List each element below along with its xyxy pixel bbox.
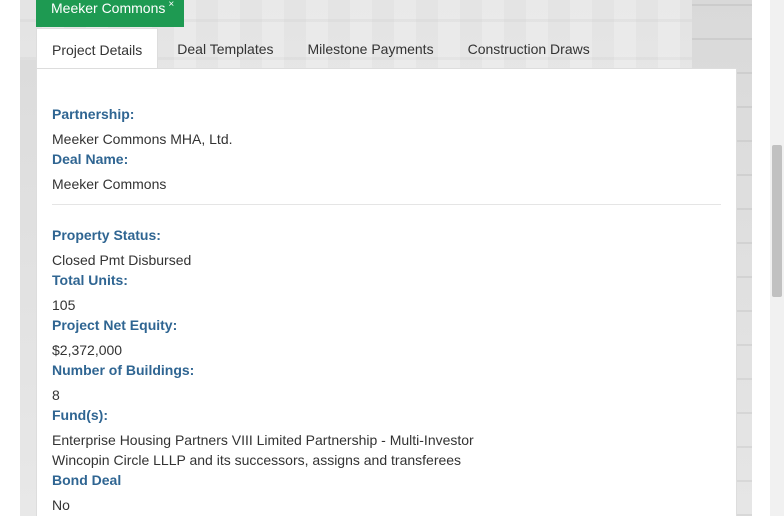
- page-scrollbar[interactable]: [770, 0, 784, 516]
- bond-deal-label: Bond Deal: [52, 472, 122, 488]
- deal-name-value: Meeker Commons: [52, 176, 167, 192]
- project-details-panel: Partnership: Meeker Commons MHA, Ltd. De…: [36, 68, 737, 516]
- partnership-value: Meeker Commons MHA, Ltd.: [52, 131, 233, 147]
- deal-name-label: Deal Name:: [52, 151, 129, 167]
- deal-tab[interactable]: Meeker Commons ×: [36, 0, 184, 27]
- scrollbar-thumb[interactable]: [772, 145, 782, 297]
- net-equity-value: $2,372,000: [52, 342, 123, 358]
- tab-milestone-payments[interactable]: Milestone Payments: [293, 28, 449, 69]
- funds-label: Fund(s):: [52, 407, 108, 423]
- bond-deal-value: No: [52, 497, 70, 513]
- tab-deal-templates[interactable]: Deal Templates: [162, 28, 288, 69]
- net-equity-label: Project Net Equity:: [52, 317, 178, 333]
- funds-value-2: Wincopin Circle LLLP and its successors,…: [52, 452, 462, 468]
- buildings-value: 8: [52, 387, 60, 403]
- funds-value-1: Enterprise Housing Partners VIII Limited…: [52, 432, 474, 448]
- total-units-value: 105: [52, 297, 76, 313]
- tab-project-details[interactable]: Project Details: [36, 28, 159, 69]
- buildings-label: Number of Buildings:: [52, 362, 195, 378]
- close-icon[interactable]: ×: [168, 0, 174, 10]
- property-status-value: Closed Pmt Disbursed: [52, 252, 192, 268]
- section-divider: [52, 204, 721, 205]
- detail-tabs: Project Details Deal Templates Milestone…: [36, 28, 736, 69]
- deal-tab-title: Meeker Commons: [51, 0, 166, 16]
- partnership-label: Partnership:: [52, 106, 135, 122]
- property-status-label: Property Status:: [52, 227, 161, 243]
- total-units-label: Total Units:: [52, 272, 128, 288]
- tab-construction-draws[interactable]: Construction Draws: [453, 28, 605, 69]
